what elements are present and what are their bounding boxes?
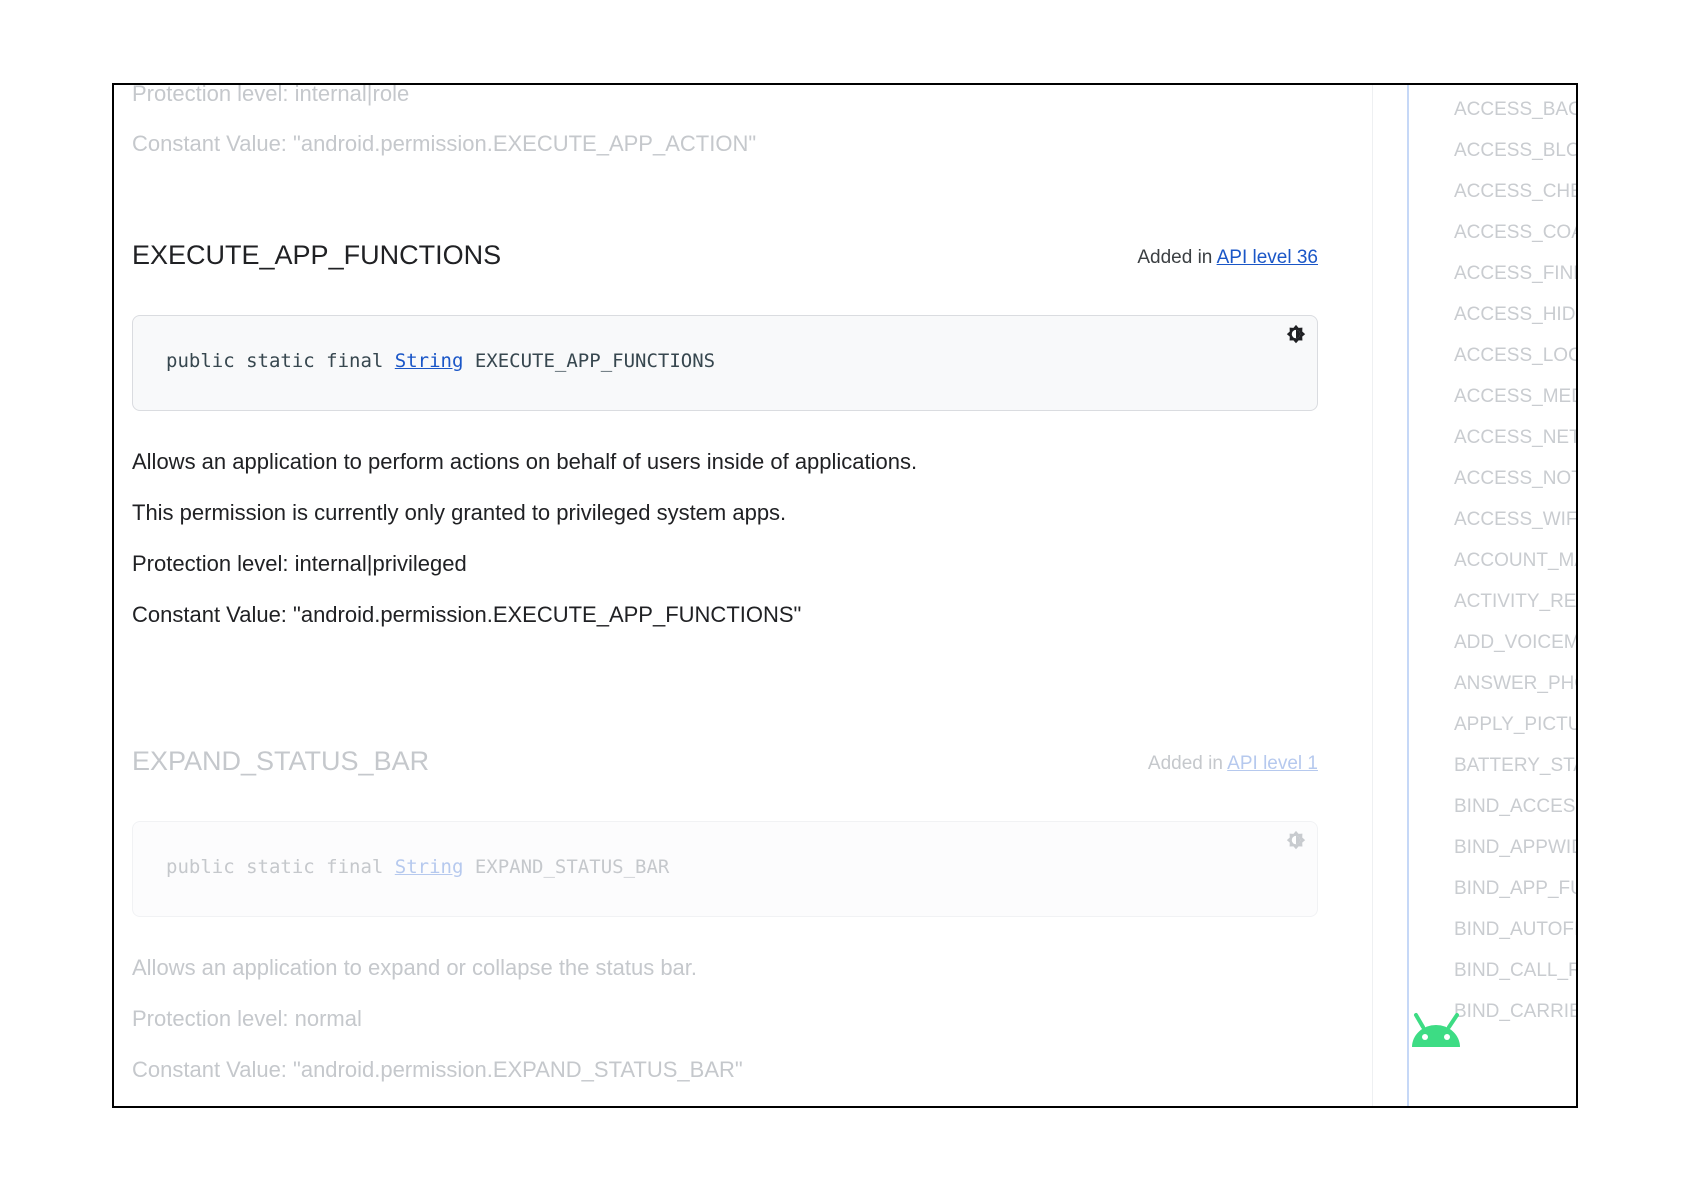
- toc-item[interactable]: ACCESS_FINE: [1454, 263, 1576, 285]
- theme-toggle-button[interactable]: [1283, 322, 1309, 348]
- toc-item[interactable]: ACCESS_LOCA: [1454, 345, 1576, 367]
- api-level-1-link[interactable]: API level 1: [1227, 753, 1318, 774]
- expand-string-type-link[interactable]: String: [395, 856, 464, 878]
- prev-constant-value: Constant Value: "android.permission.EXEC…: [132, 131, 757, 156]
- prev-protection-level: Protection level: internal|role: [132, 85, 410, 106]
- execute-description: Allows an application to perform actions…: [132, 449, 918, 474]
- main-content: Protection level: internal|role Constant…: [132, 85, 1318, 1106]
- toc-rail: [1407, 85, 1409, 1106]
- brightness-icon: [1286, 324, 1306, 344]
- toc-item[interactable]: ANSWER_PHO: [1454, 673, 1576, 695]
- toc-item[interactable]: APPLY_PICTUR: [1454, 714, 1576, 736]
- expand-constant-value: Constant Value: "android.permission.EXPA…: [132, 1057, 743, 1082]
- brightness-icon: [1286, 830, 1306, 850]
- execute-note: This permission is currently only grante…: [132, 500, 787, 525]
- toc-item[interactable]: BIND_CARRIER: [1454, 1001, 1576, 1023]
- toc-item[interactable]: BIND_ACCESSI: [1454, 796, 1576, 818]
- execute-app-functions-heading: EXECUTE_APP_FUNCTIONS: [132, 240, 502, 270]
- toc-item[interactable]: ACCESS_NETW: [1454, 427, 1576, 449]
- toc-item[interactable]: ACCESS_BACK: [1454, 99, 1576, 121]
- toc-item[interactable]: ACCESS_MEDI: [1454, 386, 1576, 408]
- code-constant-name: EXECUTE_APP_FUNCTIONS: [463, 350, 716, 372]
- expand-theme-toggle-button[interactable]: [1283, 828, 1309, 854]
- docs-viewport: Protection level: internal|role Constant…: [112, 83, 1578, 1108]
- toc-item[interactable]: BIND_CALL_RE: [1454, 960, 1576, 982]
- added-in-label: Added in API level 36: [1137, 247, 1318, 269]
- android-mascot-button[interactable]: [1410, 1011, 1462, 1049]
- toc-item[interactable]: ACCESS_NOTI: [1454, 468, 1576, 490]
- expand-added-in-prefix: Added in: [1147, 753, 1228, 774]
- toc-item[interactable]: BIND_APPWID: [1454, 837, 1576, 859]
- expand-code-signature: public static final String EXPAND_STATUS…: [166, 856, 669, 878]
- toc-item[interactable]: BIND_APP_FUN: [1454, 878, 1576, 900]
- toc-item[interactable]: ACCESS_HIDD: [1454, 304, 1576, 326]
- expand-protection-level: Protection level: normal: [132, 1006, 362, 1031]
- expand-code-modifiers: public static final: [166, 856, 395, 878]
- code-modifiers: public static final: [166, 350, 395, 372]
- toc-item[interactable]: ADD_VOICEMA: [1454, 632, 1576, 654]
- expand-code-constant-name: EXPAND_STATUS_BAR: [463, 856, 670, 878]
- toc-item[interactable]: BATTERY_STAT: [1454, 755, 1576, 777]
- expand-added-in-label: Added in API level 1: [1148, 753, 1318, 775]
- table-of-contents: ACCESS_BACK ACCESS_BLOB ACCESS_CHEC ACCE…: [1454, 85, 1576, 1106]
- toc-item[interactable]: ACCESS_CHEC: [1454, 181, 1576, 203]
- content-divider: [1372, 85, 1373, 1106]
- execute-protection-level: Protection level: internal|privileged: [132, 551, 467, 576]
- expand-description: Allows an application to expand or colla…: [132, 955, 698, 980]
- expand-status-bar-heading: EXPAND_STATUS_BAR: [132, 746, 430, 776]
- toc-item[interactable]: ACCESS_WIFI_: [1454, 509, 1576, 531]
- toc-item[interactable]: ACCOUNT_MA: [1454, 550, 1576, 572]
- toc-item[interactable]: ACCESS_BLOB: [1454, 140, 1576, 162]
- android-mascot-icon: [1412, 1013, 1460, 1047]
- toc-item[interactable]: ACCESS_COAR: [1454, 222, 1576, 244]
- toc-item[interactable]: BIND_AUTOFIL: [1454, 919, 1576, 941]
- code-block: public static final String EXECUTE_APP_F…: [132, 315, 1318, 411]
- api-level-36-link[interactable]: API level 36: [1217, 247, 1318, 268]
- expand-code-block: public static final String EXPAND_STATUS…: [132, 821, 1318, 917]
- execute-constant-value: Constant Value: "android.permission.EXEC…: [132, 602, 802, 627]
- code-signature: public static final String EXECUTE_APP_F…: [166, 350, 715, 372]
- toc-item[interactable]: ACTIVITY_REC: [1454, 591, 1576, 613]
- added-in-prefix: Added in: [1137, 247, 1217, 268]
- string-type-link[interactable]: String: [395, 350, 464, 372]
